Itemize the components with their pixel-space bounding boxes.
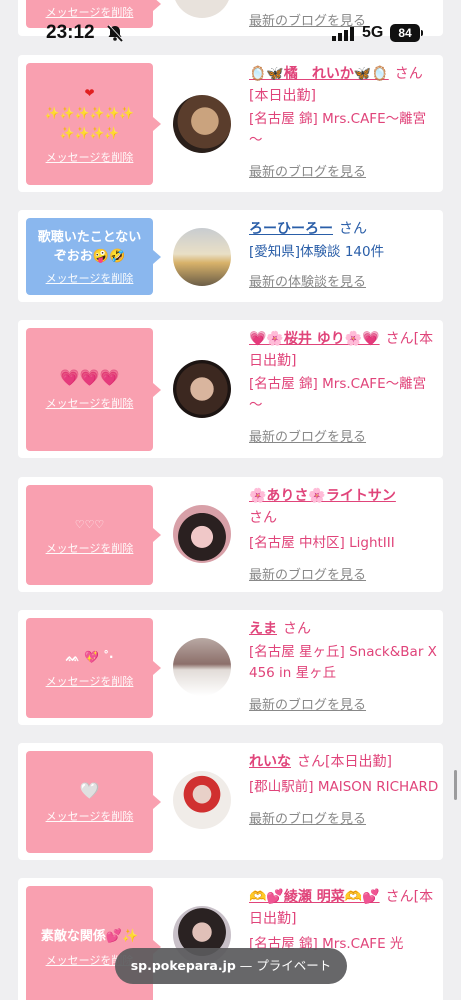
avatar[interactable] <box>173 638 231 696</box>
message-bubble: 🤍 メッセージを削除 <box>26 751 161 853</box>
rofl-icon: 🤣 <box>109 248 126 264</box>
san-suffix: さん <box>394 66 423 82</box>
avatar[interactable] <box>173 505 231 563</box>
message-card: 🤍 メッセージを削除 れいな さん[本日出勤] [郡山駅前] MAISON RIC… <box>18 743 443 860</box>
delete-message-link[interactable]: メッセージを削除 <box>46 149 134 165</box>
message-text: ᨐ 💖 ˚‧ <box>65 649 114 664</box>
delete-message-link[interactable]: メッセージを削除 <box>46 540 134 556</box>
message-text: 🤍 <box>80 781 100 802</box>
latest-blog-link[interactable]: 最新のブログを見る <box>249 426 366 445</box>
delete-message-link[interactable]: メッセージを削除 <box>46 4 134 20</box>
san-suffix: さん <box>339 221 367 237</box>
heart-icon: ❤ <box>84 86 95 100</box>
girl-name-link[interactable]: 🪞🦋橘 れいか🦋🪞 <box>249 66 389 82</box>
message-card-partial: メッセージを削除 最新のブログを見る <box>18 0 443 36</box>
avatar[interactable] <box>173 0 231 18</box>
message-card: ♡♡♡ メッセージを削除 🌸ありさ🌸ライトサン さん [名古屋 中村区] Ligh… <box>18 477 443 592</box>
working-today-status: [本日出勤] <box>325 754 392 770</box>
san-suffix: さん <box>249 510 277 526</box>
zany-face-icon: 🤪 <box>92 248 109 264</box>
san-suffix: さん <box>283 621 311 637</box>
shop-name: [郡山駅前] MAISON RICHARD <box>249 779 439 795</box>
latest-blog-link[interactable]: 最新のブログを見る <box>249 161 366 180</box>
message-bubble: ᨐ 💖 ˚‧ メッセージを削除 <box>26 618 161 718</box>
review-count: [愛知県]体験談 140件 <box>249 244 385 260</box>
message-bubble: 💗💗💗 メッセージを削除 <box>26 328 161 451</box>
message-card: ❤ ✨✨✨✨✨✨ ✨✨✨✨ メッセージを削除 🪞🦋橘 れいか🦋🪞 さん[本日出勤] … <box>18 55 443 192</box>
avatar[interactable] <box>173 360 231 418</box>
message-text: 素敵な関係💕✨ <box>40 928 139 944</box>
private-label: — プライベート <box>235 958 332 973</box>
latest-review-link[interactable]: 最新の体験談を見る <box>249 271 366 290</box>
delete-message-link[interactable]: メッセージを削除 <box>46 808 134 824</box>
pink-hearts-icon: 💗💗💗 <box>59 368 120 387</box>
message-card: ᨐ 💖 ˚‧ メッセージを削除 えま さん [名古屋 星ヶ丘] Snack&Bar… <box>18 610 443 725</box>
girl-name-link[interactable]: 🌸ありさ🌸ライトサン <box>249 488 396 504</box>
san-suffix: さん <box>297 754 325 770</box>
avatar[interactable] <box>173 95 231 153</box>
avatar[interactable] <box>173 228 231 286</box>
message-card: 歌聴いたことない ぞおお🤪🤣 メッセージを削除 ろーひーろー さん [愛知県]体験談… <box>18 210 443 302</box>
latest-blog-link[interactable]: 最新のブログを見る <box>249 564 366 583</box>
message-text: ❤ ✨✨✨✨✨✨ ✨✨✨✨ <box>45 83 135 143</box>
white-heart-icon: 🤍 <box>79 780 100 800</box>
url-domain: sp.pokepara.jp <box>130 958 236 973</box>
san-suffix: さん <box>385 331 414 347</box>
delete-message-link[interactable]: メッセージを削除 <box>46 673 134 689</box>
girl-name-link[interactable]: 💗🌸桜井 ゆり🌸💗 <box>249 331 380 347</box>
girl-name-link[interactable]: 🫶💕綾瀬 明菜🫶💕 <box>249 889 380 905</box>
message-bubble: ♡♡♡ メッセージを削除 <box>26 485 161 585</box>
working-today-status: [本日出勤] <box>249 88 316 104</box>
message-bubble: メッセージを削除 <box>26 0 161 28</box>
message-card: 💗💗💗 メッセージを削除 💗🌸桜井 ゆり🌸💗 さん[本日出勤] [名古屋 錦] M… <box>18 320 443 458</box>
delete-message-link[interactable]: メッセージを削除 <box>46 270 134 286</box>
shop-name: [名古屋 錦] Mrs.CAFE～離宮～ <box>249 111 427 148</box>
delete-message-link[interactable]: メッセージを削除 <box>46 395 134 411</box>
message-text: 歌聴いたことない ぞおお🤪🤣 <box>37 229 142 264</box>
san-suffix: さん <box>385 889 414 905</box>
message-text: ♡♡♡ <box>74 517 105 531</box>
girl-name-link[interactable]: れいな <box>249 754 291 770</box>
message-text: 💗💗💗 <box>60 368 120 389</box>
girl-name-link[interactable]: えま <box>249 621 277 637</box>
scroll-indicator[interactable] <box>454 770 457 800</box>
latest-blog-link[interactable]: 最新のブログを見る <box>249 808 366 827</box>
address-bar[interactable]: sp.pokepara.jp — プライベート <box>115 948 347 984</box>
shop-name: [名古屋 中村区] LightIII <box>249 535 395 551</box>
latest-blog-link[interactable]: 最新のブログを見る <box>249 10 366 29</box>
user-name-link[interactable]: ろーひーろー <box>249 221 333 237</box>
shop-name: [名古屋 錦] Mrs.CAFE～離宮～ <box>249 376 427 413</box>
message-bubble: 歌聴いたことない ぞおお🤪🤣 メッセージを削除 <box>26 218 161 295</box>
shop-name: [名古屋 星ヶ丘] Snack&Bar X 456 in 星ヶ丘 <box>249 644 437 681</box>
sparkles-icon: ✨✨✨✨✨✨ ✨✨✨✨ <box>44 106 135 140</box>
avatar[interactable] <box>173 771 231 829</box>
message-bubble: ❤ ✨✨✨✨✨✨ ✨✨✨✨ メッセージを削除 <box>26 63 161 185</box>
latest-blog-link[interactable]: 最新のブログを見る <box>249 694 366 713</box>
